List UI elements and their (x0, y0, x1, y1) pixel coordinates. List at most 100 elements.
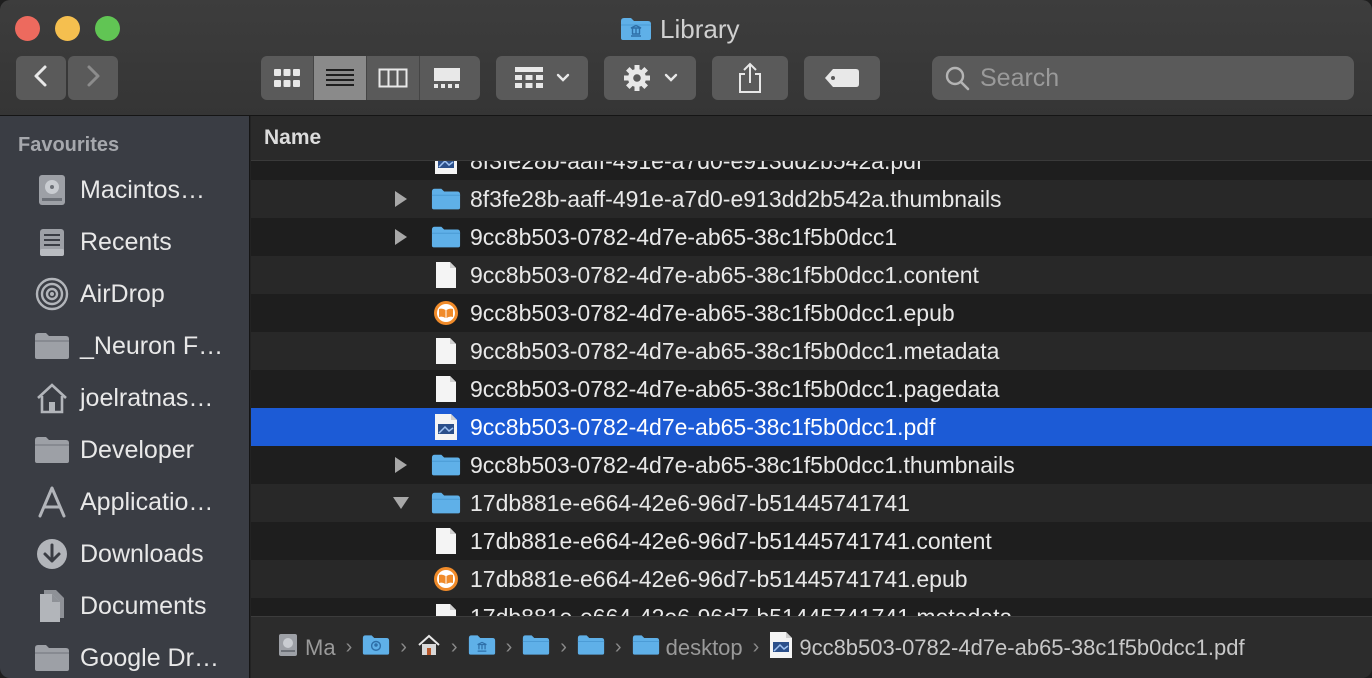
sidebar-item-label: Developer (80, 435, 194, 464)
file-name: 17db881e-e664-42e6-96d7-b51445741741 (470, 489, 910, 516)
path-segment[interactable]: 9cc8b503-0782-4d7e-ab65-38c1f5b0dcc1.pdf (769, 631, 1245, 665)
file-name: 9cc8b503-0782-4d7e-ab65-38c1f5b0dcc1.epu… (470, 299, 955, 326)
sidebar-item-label: _Neuron F… (80, 331, 224, 360)
library-folder-icon (620, 17, 652, 41)
sidebar-item-downloads[interactable]: Downloads (0, 530, 249, 578)
file-row[interactable]: 9cc8b503-0782-4d7e-ab65-38c1f5b0dcc1 (251, 218, 1372, 256)
sidebar-item-label: Downloads (80, 539, 204, 568)
file-row[interactable]: 9cc8b503-0782-4d7e-ab65-38c1f5b0dcc1.epu… (251, 294, 1372, 332)
file-row[interactable]: 9cc8b503-0782-4d7e-ab65-38c1f5b0dcc1.con… (251, 256, 1372, 294)
sidebar-item-label: joelratnas… (80, 383, 214, 412)
folder-icon (522, 634, 550, 662)
sidebar-item-google-drive[interactable]: Google Dr… (0, 634, 249, 678)
view-mode-control (261, 56, 480, 100)
path-segment[interactable]: desktop (632, 634, 743, 662)
close-button[interactable] (15, 16, 40, 41)
file-row-selected[interactable]: 9cc8b503-0782-4d7e-ab65-38c1f5b0dcc1.pdf (251, 408, 1372, 446)
tag-icon (825, 69, 859, 87)
path-segment-label: desktop (665, 634, 743, 660)
share-button[interactable] (712, 56, 788, 100)
toolbar: Library (0, 0, 1372, 116)
path-segment-label: Ma (305, 634, 336, 660)
home-icon (417, 633, 441, 663)
sidebar-item-developer[interactable]: Developer (0, 426, 249, 474)
file-row[interactable]: 9cc8b503-0782-4d7e-ab65-38c1f5b0dcc1.met… (251, 332, 1372, 370)
file-row[interactable]: 9cc8b503-0782-4d7e-ab65-38c1f5b0dcc1.pag… (251, 370, 1372, 408)
file-name: 17db881e-e664-42e6-96d7-b51445741741.con… (470, 527, 992, 554)
file-row[interactable]: 8f3fe28b-aaff-491e-a7d0-e913dd2b542a.thu… (251, 180, 1372, 218)
airdrop-icon (34, 276, 70, 312)
path-segment[interactable] (362, 634, 390, 662)
file-row[interactable]: 17db881e-e664-42e6-96d7-b51445741741 (251, 484, 1372, 522)
sidebar-item-macintosh-hd[interactable]: Macintos… (0, 166, 249, 214)
folder-icon (431, 488, 461, 518)
applications-icon (34, 484, 70, 520)
file-row[interactable]: 8f3fe28b-aaff-491e-a7d0-e913dd2b542a.pdf (251, 161, 1372, 180)
minimize-button[interactable] (55, 16, 80, 41)
path-segment-label: 9cc8b503-0782-4d7e-ab65-38c1f5b0dcc1.pdf (799, 634, 1245, 660)
gallery-view-button[interactable] (420, 56, 473, 100)
document-icon (431, 526, 461, 556)
disclosure-collapsed-icon[interactable] (392, 456, 410, 474)
file-name: 9cc8b503-0782-4d7e-ab65-38c1f5b0dcc1.pdf (470, 413, 936, 440)
sidebar-item-neuron[interactable]: _Neuron F… (0, 322, 249, 370)
list-lines-icon (326, 69, 354, 86)
sidebar-heading: Favourites (18, 134, 120, 156)
folder-icon (632, 634, 660, 662)
action-button[interactable] (604, 56, 696, 100)
gallery-icon (433, 68, 460, 88)
search-input[interactable] (980, 63, 1340, 93)
disclosure-collapsed-icon[interactable] (392, 190, 410, 208)
group-grid-icon (515, 67, 543, 88)
path-bar: Ma › › › › › › desktop › 9cc8b503-0782-4d7e-ab65-… (251, 616, 1372, 678)
document-icon (431, 260, 461, 290)
sidebar-item-label: Documents (80, 591, 207, 620)
file-name: 8f3fe28b-aaff-491e-a7d0-e913dd2b542a.thu… (470, 185, 1002, 212)
file-row[interactable]: 17db881e-e664-42e6-96d7-b51445741741.epu… (251, 560, 1372, 598)
document-icon (431, 602, 461, 616)
epub-book-icon (431, 298, 461, 328)
sidebar-item-applications[interactable]: Applicatio… (0, 478, 249, 526)
file-row[interactable]: 9cc8b503-0782-4d7e-ab65-38c1f5b0dcc1.thu… (251, 446, 1372, 484)
sidebar-item-documents[interactable]: Documents (0, 582, 249, 630)
sidebar-item-home[interactable]: joelratnas… (0, 374, 249, 422)
forward-button[interactable] (68, 56, 118, 100)
column-header-name[interactable]: Name (251, 116, 1372, 161)
path-segment[interactable] (468, 634, 496, 662)
sidebar-item-recents[interactable]: Recents (0, 218, 249, 266)
disclosure-collapsed-icon[interactable] (392, 228, 410, 246)
group-button[interactable] (496, 56, 588, 100)
gear-icon (624, 65, 650, 91)
path-segment[interactable] (417, 633, 441, 663)
documents-icon (34, 588, 70, 624)
sidebar-item-airdrop[interactable]: AirDrop (0, 270, 249, 318)
file-row[interactable]: 17db881e-e664-42e6-96d7-b51445741741.con… (251, 522, 1372, 560)
search-field[interactable] (932, 56, 1354, 100)
tag-button[interactable] (804, 56, 880, 100)
file-row[interactable]: 17db881e-e664-42e6-96d7-b51445741741.met… (251, 598, 1372, 616)
path-segment[interactable]: Ma (277, 633, 336, 663)
path-segment[interactable] (577, 634, 605, 662)
file-name: 9cc8b503-0782-4d7e-ab65-38c1f5b0dcc1.met… (470, 337, 1000, 364)
icon-grid-icon (274, 69, 300, 87)
disclosure-expanded-icon[interactable] (392, 494, 410, 512)
list-view-button[interactable] (314, 56, 367, 100)
back-button[interactable] (16, 56, 66, 100)
path-segment[interactable] (522, 634, 550, 662)
user-folder-icon (362, 634, 390, 662)
chevron-down-icon (664, 73, 678, 82)
document-icon (431, 374, 461, 404)
icon-view-button[interactable] (261, 56, 314, 100)
zoom-button[interactable] (95, 16, 120, 41)
chevron-right-icon (85, 64, 101, 93)
home-icon (34, 380, 70, 416)
column-view-button[interactable] (367, 56, 420, 100)
folder-icon (34, 640, 70, 676)
path-separator-icon: › (450, 636, 458, 658)
folder-icon (431, 450, 461, 480)
path-separator-icon: › (505, 636, 513, 658)
sidebar-item-label: Macintos… (80, 175, 206, 204)
recents-icon (34, 224, 70, 260)
window-title-text: Library (660, 13, 740, 44)
document-icon (431, 336, 461, 366)
